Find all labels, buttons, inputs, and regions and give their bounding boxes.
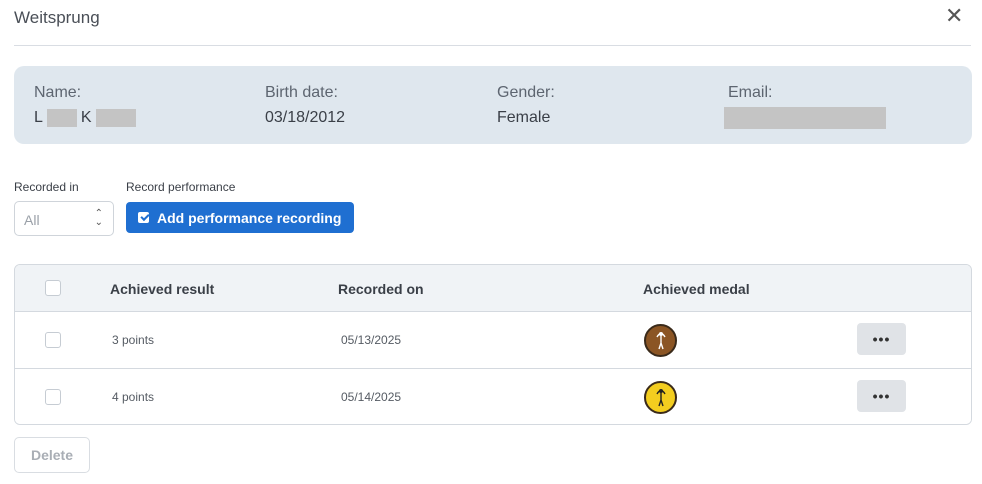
recorded-on-cell: 05/13/2025 bbox=[341, 333, 402, 347]
gender-label: Gender: bbox=[497, 84, 555, 101]
performance-table: Achieved result Recorded on Achieved med… bbox=[14, 264, 972, 425]
row-checkbox[interactable] bbox=[45, 332, 61, 348]
jump-rope-athlete-icon bbox=[655, 331, 666, 349]
birth-date-label: Birth date: bbox=[265, 84, 338, 101]
row-checkbox[interactable] bbox=[45, 389, 61, 405]
table-row: 3 points 05/13/2025 ••• bbox=[15, 312, 971, 369]
athlete-info-panel: Name: L K Birth date: 03/18/2012 Gender:… bbox=[14, 66, 972, 144]
table-row: 4 points 05/14/2025 ••• bbox=[15, 369, 971, 424]
dialog-title: Weitsprung bbox=[14, 8, 100, 27]
achieved-result-cell: 4 points bbox=[112, 390, 155, 404]
edit-check-icon bbox=[138, 212, 149, 223]
add-performance-button[interactable]: Add performance recording bbox=[126, 202, 354, 233]
name-initial-first: L bbox=[34, 109, 43, 126]
name-label: Name: bbox=[34, 84, 82, 101]
recorded-in-select[interactable]: All ⌃ ⌄ bbox=[14, 201, 114, 236]
close-icon[interactable]: ✕ bbox=[945, 5, 963, 27]
gold-medal-icon bbox=[644, 381, 677, 414]
recorded-in-label: Recorded in bbox=[14, 180, 79, 194]
birth-date-value: 03/18/2012 bbox=[265, 109, 346, 126]
email-label: Email: bbox=[728, 84, 773, 101]
birth-date-field: Birth date: 03/18/2012 bbox=[265, 84, 345, 128]
header-recorded-on: Recorded on bbox=[338, 281, 424, 297]
name-initial-last: K bbox=[80, 109, 92, 126]
recorded-in-value: All bbox=[24, 212, 40, 228]
achieved-result-cell: 3 points bbox=[112, 333, 155, 347]
email-value bbox=[724, 107, 886, 129]
header-achieved-medal: Achieved medal bbox=[643, 281, 750, 297]
redacted-block bbox=[46, 109, 77, 127]
gender-field: Gender: Female bbox=[497, 84, 555, 128]
bronze-medal-icon bbox=[644, 324, 677, 357]
delete-button[interactable]: Delete bbox=[14, 437, 90, 473]
row-actions-button[interactable]: ••• bbox=[857, 323, 906, 355]
record-performance-label: Record performance bbox=[126, 180, 236, 194]
chevron-updown-icon: ⌃ ⌄ bbox=[94, 208, 103, 228]
redacted-block bbox=[724, 107, 886, 129]
email-field: Email: bbox=[724, 84, 886, 129]
redacted-block bbox=[95, 109, 136, 127]
select-all-checkbox[interactable] bbox=[45, 280, 61, 296]
header-achieved-result: Achieved result bbox=[110, 281, 215, 297]
name-value: L K bbox=[34, 108, 136, 128]
name-field: Name: L K bbox=[34, 84, 136, 128]
table-header: Achieved result Recorded on Achieved med… bbox=[15, 265, 971, 312]
recorded-on-cell: 05/14/2025 bbox=[341, 390, 402, 404]
gender-value: Female bbox=[497, 109, 551, 126]
row-actions-button[interactable]: ••• bbox=[857, 380, 906, 412]
dialog-header: Weitsprung ✕ bbox=[14, 0, 971, 46]
add-performance-label: Add performance recording bbox=[157, 209, 342, 226]
jump-rope-athlete-icon bbox=[655, 388, 666, 406]
